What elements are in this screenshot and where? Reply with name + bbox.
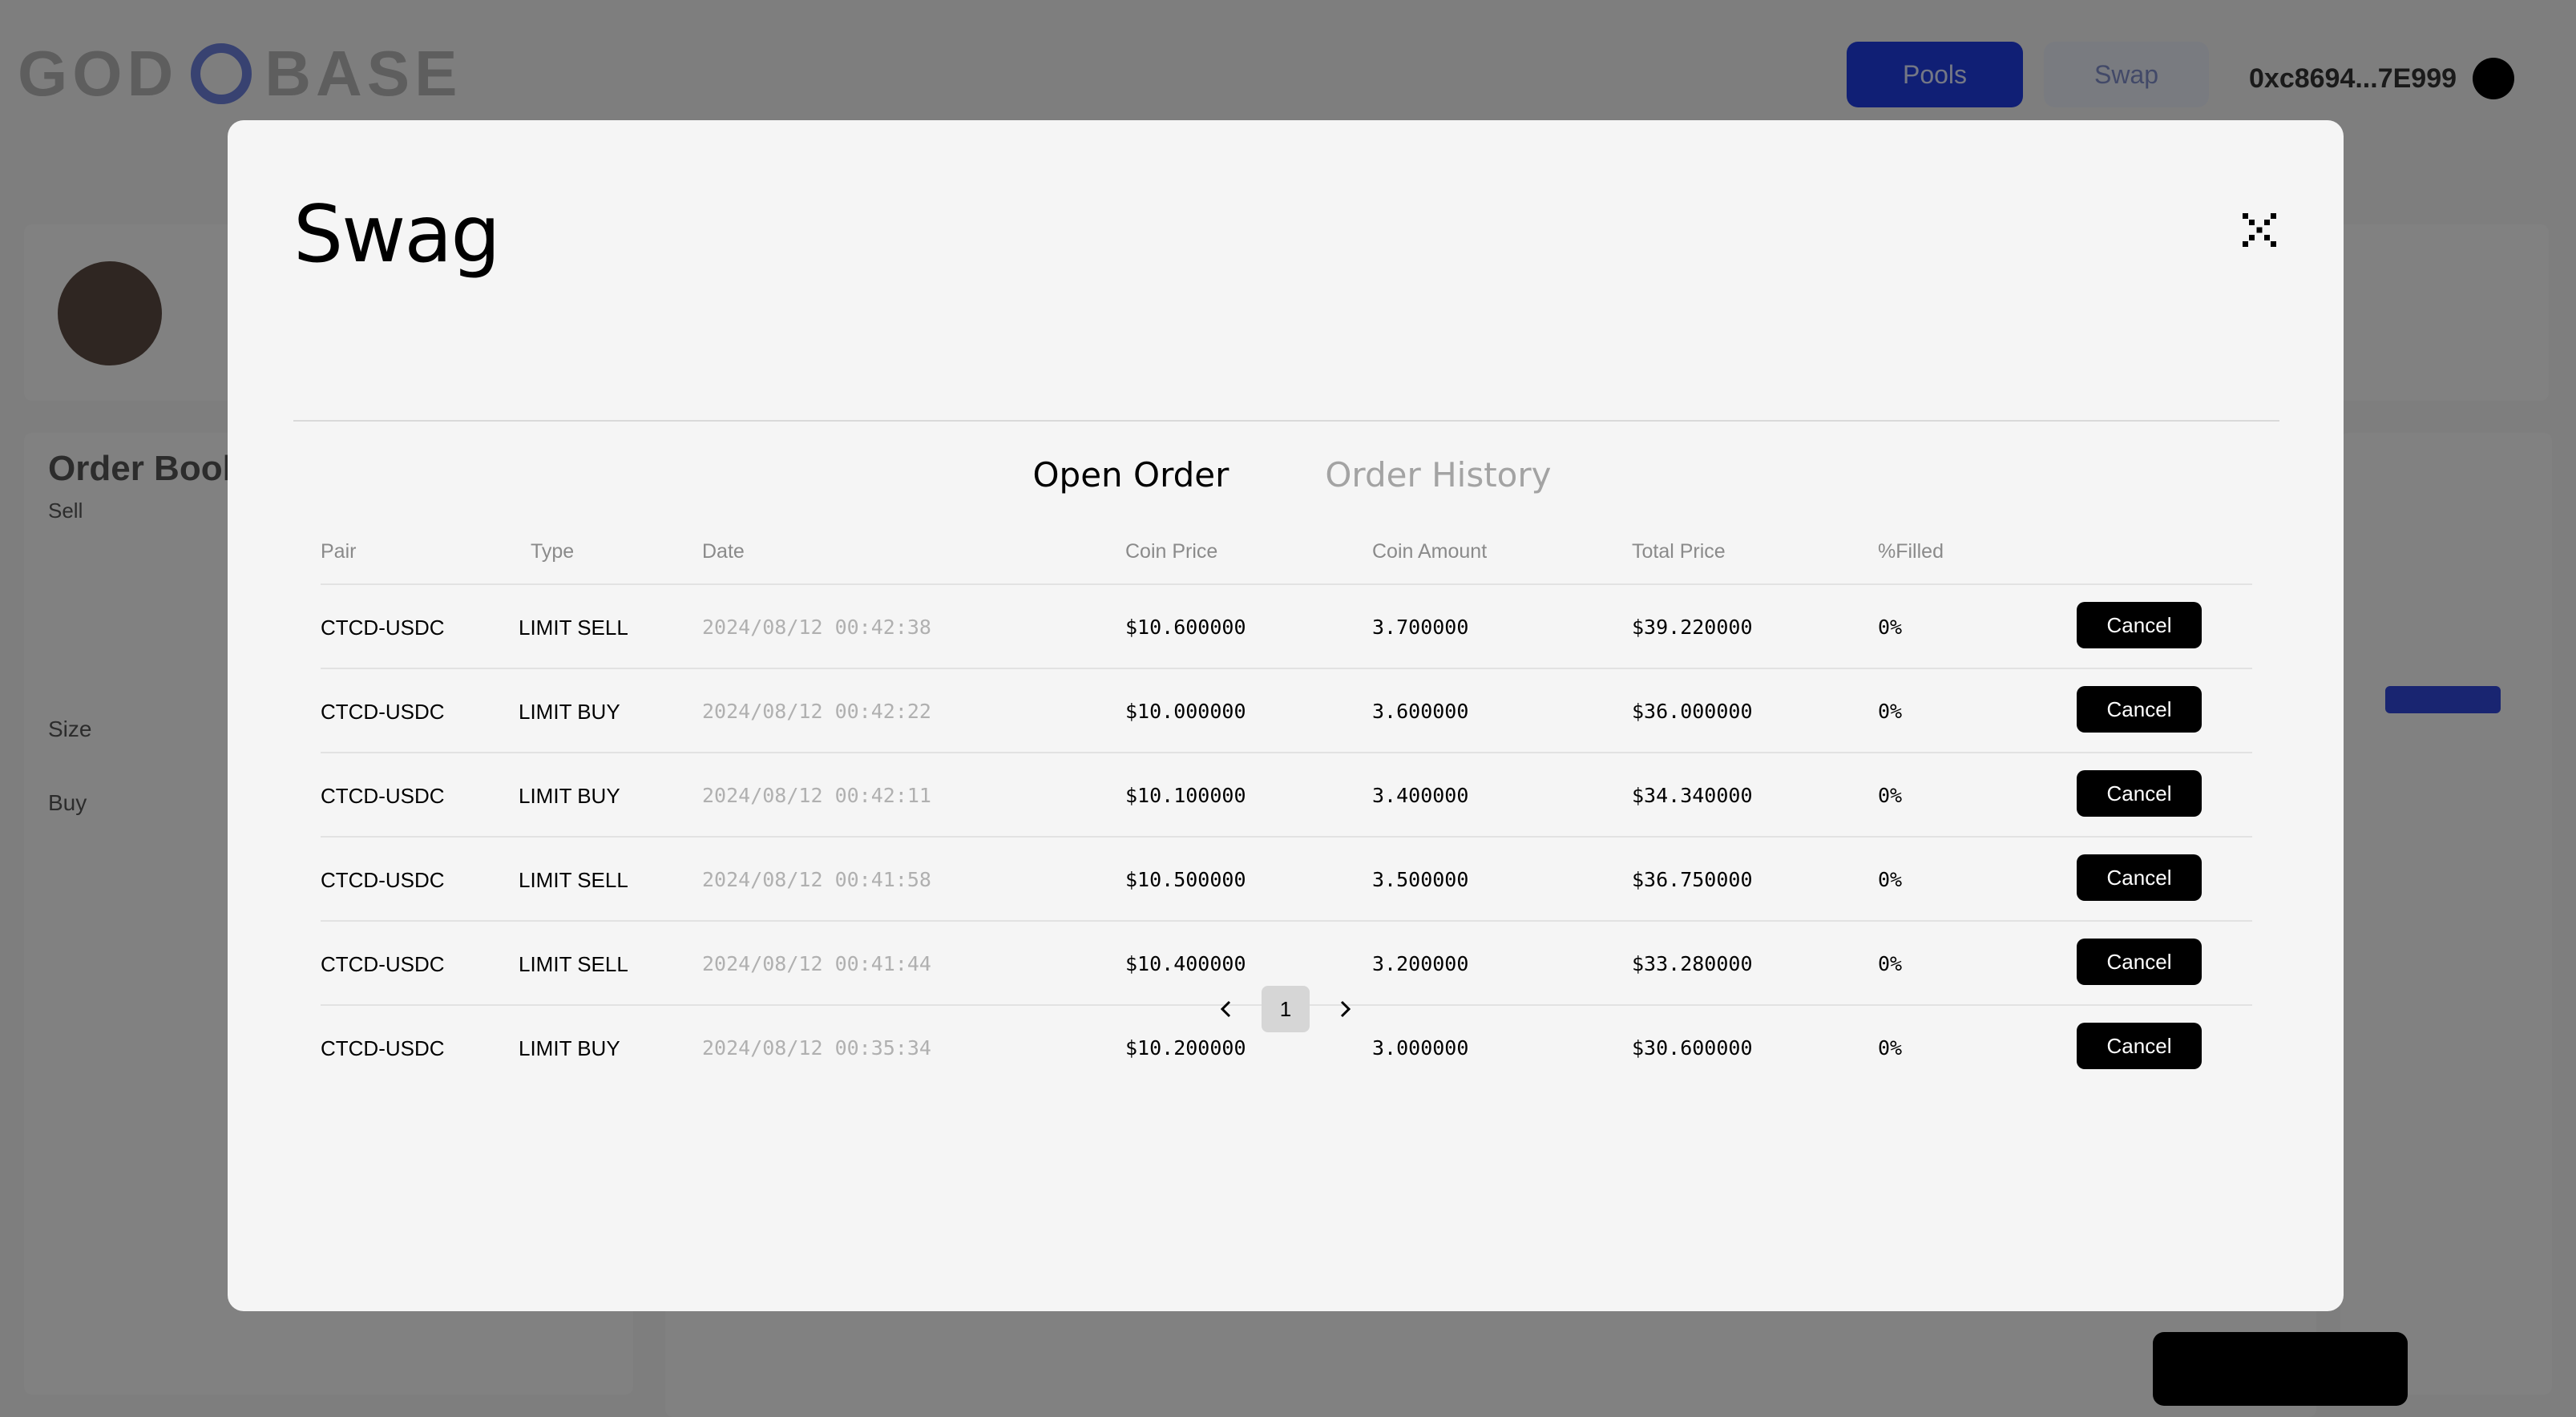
cell-date: 2024/08/12 00:42:11 — [702, 784, 931, 807]
table-row: CTCD-USDC LIMIT BUY 2024/08/12 00:42:11 … — [321, 752, 2252, 836]
cell-total-price: $36.000000 — [1632, 700, 1753, 723]
cell-total-price: $36.750000 — [1632, 868, 1753, 891]
chevron-left-icon[interactable] — [1210, 986, 1242, 1032]
cell-type: LIMIT BUY — [519, 784, 620, 808]
cell-coin-amount: 3.200000 — [1372, 952, 1469, 975]
cell-coin-price: $10.200000 — [1125, 1036, 1246, 1060]
cell-coin-amount: 3.600000 — [1372, 700, 1469, 723]
cell-filled: 0% — [1878, 700, 1903, 723]
column-header-coin-price: Coin Price — [1125, 540, 1218, 563]
cell-date: 2024/08/12 00:41:44 — [702, 952, 931, 975]
cell-pair: CTCD-USDC — [321, 784, 445, 808]
cell-total-price: $39.220000 — [1632, 616, 1753, 639]
cell-pair: CTCD-USDC — [321, 952, 445, 976]
cancel-order-button[interactable]: Cancel — [2077, 602, 2202, 648]
cell-date: 2024/08/12 00:41:58 — [702, 868, 931, 891]
column-header-pair: Pair — [321, 540, 357, 563]
column-header-filled: %Filled — [1878, 540, 1944, 563]
table-row: CTCD-USDC LIMIT BUY 2024/08/12 00:42:22 … — [321, 668, 2252, 752]
cell-date: 2024/08/12 00:42:22 — [702, 700, 931, 723]
title-divider — [293, 420, 2279, 422]
chevron-right-icon[interactable] — [1329, 986, 1361, 1032]
cell-type: LIMIT SELL — [519, 616, 628, 640]
cell-total-price: $33.280000 — [1632, 952, 1753, 975]
cell-total-price: $30.600000 — [1632, 1036, 1753, 1060]
cell-pair: CTCD-USDC — [321, 700, 445, 724]
close-icon[interactable] — [2239, 210, 2279, 250]
cell-coin-amount: 3.000000 — [1372, 1036, 1469, 1060]
cell-coin-price: $10.000000 — [1125, 700, 1246, 723]
column-header-total-price: Total Price — [1632, 540, 1726, 563]
cell-date: 2024/08/12 00:42:38 — [702, 616, 931, 639]
cancel-order-button[interactable]: Cancel — [2077, 686, 2202, 733]
cancel-order-button[interactable]: Cancel — [2077, 770, 2202, 817]
cell-filled: 0% — [1878, 952, 1903, 975]
table-row: CTCD-USDC LIMIT SELL 2024/08/12 00:41:58… — [321, 836, 2252, 920]
pagination: 1 — [228, 986, 2344, 1032]
cell-coin-price: $10.100000 — [1125, 784, 1246, 807]
cell-filled: 0% — [1878, 1036, 1903, 1060]
cell-type: LIMIT BUY — [519, 700, 620, 724]
column-header-type: Type — [531, 540, 575, 563]
cell-pair: CTCD-USDC — [321, 1036, 445, 1060]
cell-type: LIMIT SELL — [519, 952, 628, 976]
cell-coin-price: $10.400000 — [1125, 952, 1246, 975]
cell-coin-price: $10.600000 — [1125, 616, 1246, 639]
cell-pair: CTCD-USDC — [321, 616, 445, 640]
table-header: Pair Type Date Coin Price Coin Amount To… — [321, 526, 2252, 583]
page-number-button[interactable]: 1 — [1262, 986, 1310, 1032]
modal-title: Swag — [293, 189, 501, 281]
cell-total-price: $34.340000 — [1632, 784, 1753, 807]
cell-coin-amount: 3.500000 — [1372, 868, 1469, 891]
cell-filled: 0% — [1878, 616, 1903, 639]
orders-modal: Swag Open Order Order History Pair Type … — [228, 120, 2344, 1311]
cell-filled: 0% — [1878, 868, 1903, 891]
cancel-order-button[interactable]: Cancel — [2077, 939, 2202, 985]
tab-order-history[interactable]: Order History — [1312, 455, 1551, 495]
cell-pair: CTCD-USDC — [321, 868, 445, 892]
cell-coin-amount: 3.400000 — [1372, 784, 1469, 807]
cell-coin-price: $10.500000 — [1125, 868, 1246, 891]
cell-coin-amount: 3.700000 — [1372, 616, 1469, 639]
cell-type: LIMIT SELL — [519, 868, 628, 892]
cell-date: 2024/08/12 00:35:34 — [702, 1036, 931, 1060]
table-row: CTCD-USDC LIMIT SELL 2024/08/12 00:42:38… — [321, 583, 2252, 668]
order-tabs: Open Order Order History — [228, 455, 2344, 495]
cell-type: LIMIT BUY — [519, 1036, 620, 1060]
cancel-order-button[interactable]: Cancel — [2077, 854, 2202, 901]
tab-open-order[interactable]: Open Order — [1019, 455, 1229, 495]
column-header-coin-amount: Coin Amount — [1372, 540, 1488, 563]
column-header-date: Date — [702, 540, 745, 563]
cell-filled: 0% — [1878, 784, 1903, 807]
